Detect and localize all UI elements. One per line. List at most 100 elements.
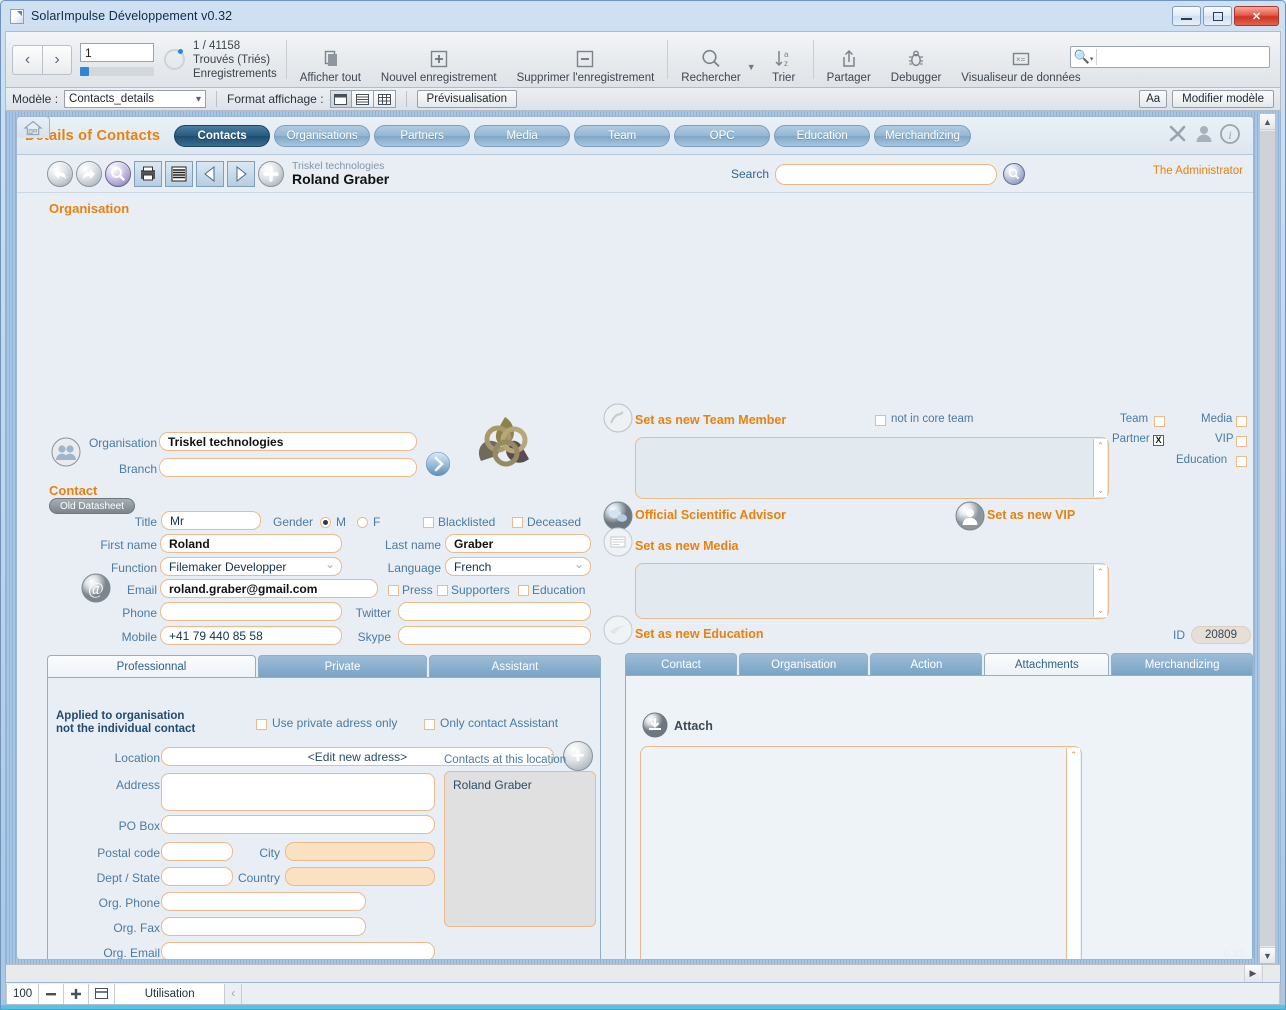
new-record-button[interactable]: Nouvel enregistrement [371, 32, 507, 87]
not-core-team-checkbox[interactable] [875, 415, 886, 426]
list-icon[interactable] [165, 160, 193, 187]
city-field[interactable] [285, 842, 435, 861]
tab-merchandizing[interactable]: Merchandizing [874, 124, 971, 147]
tab-contact-detail[interactable]: Contact [625, 653, 737, 675]
pobox-field[interactable] [161, 815, 435, 834]
prev-record-icon[interactable] [196, 160, 224, 187]
tab-organisations[interactable]: Organisations [274, 124, 371, 147]
use-private-address-checkbox[interactable] [256, 719, 267, 730]
contacts-at-location-list[interactable]: Roland Graber [444, 771, 596, 927]
supporters-checkbox[interactable] [437, 585, 448, 596]
old-datasheet-button[interactable]: Old Datasheet [49, 498, 135, 514]
media-portal-scroll-up[interactable]: ⌃ [1094, 565, 1107, 579]
collapse-button[interactable]: ‹ [225, 983, 243, 1004]
attachments-scroll-up[interactable]: ⌃ [1067, 748, 1080, 762]
tools-icon[interactable] [1167, 123, 1189, 148]
first-name-input[interactable] [160, 534, 342, 553]
maximize-button[interactable] [1203, 6, 1232, 26]
email-input[interactable] [160, 579, 378, 598]
vip-flag-checkbox[interactable] [1236, 436, 1247, 447]
media-flag-checkbox[interactable] [1236, 416, 1247, 427]
layout-select[interactable]: Contacts_details [64, 90, 207, 108]
partner-flag-checkbox[interactable]: X [1153, 435, 1164, 446]
team-portal-scrollbar[interactable]: ⌃ ⌄ [1093, 439, 1107, 497]
tab-attachments[interactable]: Attachments [984, 653, 1110, 675]
find-button[interactable]: Rechercher [671, 32, 750, 87]
text-format-button[interactable]: Aa [1139, 90, 1168, 108]
org-email-field[interactable] [161, 942, 435, 959]
branch-input[interactable] [159, 458, 417, 477]
list-item[interactable]: Roland Graber [453, 778, 587, 792]
address-field[interactable] [161, 773, 435, 811]
zoom-level[interactable]: 100 [6, 983, 40, 1004]
print-icon[interactable] [134, 160, 162, 187]
team-flag-checkbox[interactable] [1154, 416, 1165, 427]
gender-radio-f[interactable] [357, 517, 368, 528]
education-checkbox[interactable] [518, 585, 529, 596]
search-magnifier-icon[interactable] [105, 160, 131, 187]
media-portal-scrollbar[interactable]: ⌃ ⌄ [1093, 565, 1107, 617]
skype-input[interactable] [398, 626, 591, 645]
add-address-button[interactable]: + [563, 741, 593, 771]
share-button[interactable]: Partager [817, 32, 881, 87]
tab-team[interactable]: Team [574, 124, 671, 147]
user-icon[interactable] [1193, 123, 1215, 148]
close-button[interactable]: ✕ [1234, 6, 1279, 26]
only-assistant-checkbox[interactable] [424, 719, 435, 730]
previous-record-button[interactable]: ‹ [12, 44, 42, 75]
mobile-input[interactable] [160, 626, 342, 645]
media-portal[interactable]: ⌃ ⌄ [635, 563, 1109, 619]
list-view-button[interactable] [351, 90, 374, 108]
tab-assistant[interactable]: Assistant [429, 655, 601, 677]
next-record-button[interactable]: › [42, 44, 72, 75]
attachments-portal[interactable]: ⌃ ⌄ [640, 746, 1082, 959]
deceased-checkbox[interactable] [512, 517, 523, 528]
delete-record-button[interactable]: Supprimer l'enregistrement [507, 32, 665, 87]
tab-organisation-detail[interactable]: Organisation [739, 653, 869, 675]
scroll-thumb[interactable] [1260, 131, 1275, 946]
find-dropdown-arrow[interactable]: ▼ [747, 48, 756, 72]
edit-layout-button[interactable]: Modifier modèle [1172, 90, 1274, 108]
home-tab[interactable] [16, 116, 50, 138]
set-team-member-link[interactable]: Set as new Team Member [635, 413, 786, 427]
set-education-link[interactable]: Set as new Education [635, 627, 764, 641]
scroll-up-arrow[interactable]: ▲ [1260, 114, 1275, 130]
tab-contacts[interactable]: Contacts [174, 124, 271, 147]
back-arrow-icon[interactable] [47, 160, 73, 187]
quick-find-box[interactable]: 🔍▾ [1070, 46, 1270, 68]
tab-professionnal[interactable]: Professionnal [47, 655, 256, 677]
forward-arrow-icon[interactable] [76, 160, 102, 187]
attach-icon[interactable] [642, 712, 668, 741]
set-vip-link[interactable]: Set as new VIP [987, 508, 1075, 522]
tab-private[interactable]: Private [258, 655, 427, 677]
team-member-portal[interactable]: ⌃ ⌄ [635, 437, 1109, 499]
attachments-scrollbar[interactable]: ⌃ ⌄ [1066, 748, 1080, 959]
team-portal-scroll-up[interactable]: ⌃ [1094, 439, 1107, 453]
last-name-input[interactable] [445, 534, 591, 553]
tab-opc[interactable]: OPC [674, 124, 771, 147]
org-phone-field[interactable] [161, 892, 366, 911]
record-slider[interactable] [80, 67, 154, 76]
debugger-button[interactable]: Debugger [881, 32, 952, 87]
toggle-status-area-button[interactable] [89, 983, 116, 1004]
vip-icon[interactable] [955, 501, 985, 534]
tab-partners[interactable]: Partners [374, 124, 471, 147]
show-all-button[interactable]: Afficher tout [290, 32, 371, 87]
next-record-icon[interactable] [227, 160, 255, 187]
organisation-input[interactable] [159, 432, 417, 451]
form-view-button[interactable] [329, 90, 352, 108]
dept-state-field[interactable] [161, 867, 233, 886]
set-media-link[interactable]: Set as new Media [635, 539, 739, 553]
team-portal-scroll-down[interactable]: ⌄ [1094, 483, 1107, 497]
add-record-icon[interactable] [258, 160, 284, 187]
zoom-in-button[interactable] [64, 983, 90, 1004]
tab-merchandizing-detail[interactable]: Merchandizing [1111, 653, 1253, 675]
press-checkbox[interactable] [388, 585, 399, 596]
resize-grip[interactable] [1262, 965, 1280, 982]
zoom-out-button[interactable] [39, 983, 65, 1004]
minimize-button[interactable] [1172, 6, 1201, 26]
tab-action[interactable]: Action [870, 653, 983, 675]
country-field[interactable] [285, 867, 435, 886]
gender-radio-m[interactable] [320, 517, 331, 528]
media-icon[interactable] [603, 527, 633, 560]
